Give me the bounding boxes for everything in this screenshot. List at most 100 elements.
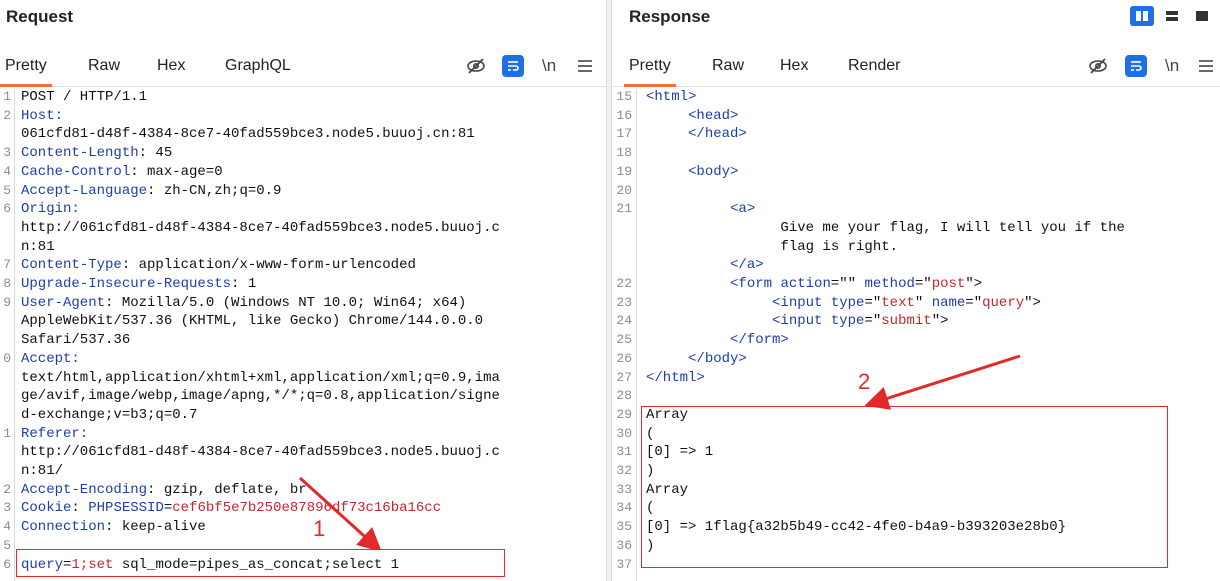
code-token: <a> — [730, 201, 756, 218]
code-token: n:81 — [21, 238, 55, 255]
eye-slash-icon[interactable] — [466, 55, 486, 77]
wrap-lines-icon[interactable] — [1125, 55, 1147, 77]
line-number: 24 — [616, 313, 632, 329]
code-token: Content-Length — [21, 145, 139, 162]
code-line: Content-Type: application/x-www-form-url… — [21, 256, 416, 275]
line-number: 2 — [3, 107, 11, 123]
code-line: <a> — [646, 200, 755, 219]
single-pane-icon[interactable] — [1190, 6, 1214, 26]
request-title: Request — [6, 7, 74, 26]
code-token: : zh-CN,zh;q=0.9 — [147, 182, 282, 199]
code-line: Accept-Encoding: gzip, deflate, br — [21, 481, 307, 500]
code-token: Origin: — [21, 201, 80, 218]
line-number — [0, 238, 11, 257]
tab-raw[interactable]: Raw — [83, 50, 125, 84]
code-token: </html> — [646, 369, 705, 386]
line-number: 23 — [616, 294, 632, 310]
line-number: 6 — [3, 556, 11, 572]
line-gutter — [636, 90, 637, 581]
code-line: http://061cfd81-d48f-4384-8ce7-40fad559b… — [21, 219, 500, 238]
highlight-box-request — [16, 549, 505, 577]
line-number: 7 — [3, 257, 11, 273]
tab-graphql[interactable]: GraphQL — [220, 50, 296, 84]
line-number: 21 — [616, 201, 632, 217]
line-number — [0, 443, 11, 462]
tab-pretty[interactable]: Pretty — [624, 50, 676, 87]
code-token: 061cfd81-d48f-4384-8ce7-40fad559bce3.nod… — [21, 126, 475, 143]
code-token: text — [881, 294, 915, 311]
code-token: <input — [772, 313, 831, 330]
code-token: http://061cfd81-d48f-4384-8ce7-40fad559b… — [21, 444, 500, 461]
response-pane: Response Pretty Raw Hex Render \n 15 <htm… — [612, 0, 1220, 581]
line-number: 4 — [3, 163, 11, 179]
code-line: text/html,application/xhtml+xml,applicat… — [21, 369, 500, 388]
horizontal-split-icon[interactable] — [1160, 6, 1184, 26]
code-token: : 1 — [231, 276, 257, 292]
code-line: </body> — [646, 350, 747, 369]
code-token: "> — [1024, 294, 1041, 311]
code-line: flag is right. — [646, 238, 898, 257]
line-number: 0 — [3, 350, 11, 366]
code-token: Cookie — [21, 500, 72, 517]
code-token: : max-age=0 — [130, 163, 223, 180]
code-line: Accept-Language: zh-CN,zh;q=0.9 — [21, 182, 281, 201]
code-token: =" — [965, 294, 983, 311]
code-token: method — [864, 276, 915, 292]
line-number: 1 — [3, 425, 11, 441]
annotation-arrow-2 — [864, 354, 1021, 410]
line-number: 9 — [3, 294, 11, 310]
line-number — [0, 312, 11, 331]
code-line: d-exchange;v=b3;q=0.7 — [21, 406, 197, 425]
code-token: ge/avif,image/webp,image/apng,*/*;q=0.8,… — [21, 388, 500, 405]
line-number — [0, 331, 11, 350]
line-number — [612, 256, 632, 275]
code-line: Upgrade-Insecure-Requests: 1 — [21, 275, 256, 294]
response-tab-bar: Pretty Raw Hex Render \n — [612, 50, 1220, 87]
line-number: 6 — [3, 201, 11, 217]
code-token: "> — [931, 313, 949, 330]
code-token: </a> — [730, 257, 764, 274]
code-token: Content-Type — [21, 257, 122, 274]
line-number: 32 — [616, 463, 632, 478]
code-token: Accept-Language — [21, 182, 148, 199]
line-number: 30 — [616, 425, 632, 441]
code-token: d-exchange;v=b3;q=0.7 — [21, 406, 198, 423]
code-line: Accept: — [21, 350, 80, 369]
tab-render[interactable]: Render — [843, 50, 905, 84]
line-number: 3 — [3, 145, 11, 161]
tab-raw[interactable]: Raw — [707, 50, 749, 84]
wrap-lines-icon[interactable] — [502, 55, 524, 77]
code-line: Content-Length: 45 — [21, 144, 172, 163]
annotation-arrow-1 — [298, 476, 382, 550]
tab-hex[interactable]: Hex — [775, 50, 813, 84]
side-by-side-icon[interactable] — [1130, 6, 1154, 26]
code-token: submit — [881, 313, 932, 330]
tab-hex[interactable]: Hex — [152, 50, 190, 84]
code-line: POST / HTTP/1.1 — [21, 88, 147, 107]
code-token: " — [914, 294, 932, 311]
hamburger-menu-icon[interactable] — [1198, 55, 1214, 77]
line-number: 20 — [616, 182, 632, 198]
line-number: 26 — [616, 350, 632, 366]
code-token: action — [780, 276, 831, 292]
layout-switcher — [1130, 6, 1214, 26]
newline-toggle[interactable]: \n — [542, 55, 556, 77]
hamburger-menu-icon[interactable] — [577, 55, 593, 77]
code-line: </a> — [646, 256, 764, 275]
code-token: : Mozilla/5.0 (Windows NT 10.0; Win64; x… — [105, 294, 467, 311]
line-number: 4 — [3, 519, 11, 535]
code-line: User-Agent: Mozilla/5.0 (Windows NT 10.0… — [21, 294, 466, 313]
code-line: n:81 — [21, 238, 55, 257]
code-token: query — [982, 294, 1025, 311]
line-number: 33 — [616, 481, 632, 497]
code-line: Origin: — [21, 200, 80, 219]
code-line: Cache-Control: max-age=0 — [21, 163, 223, 182]
eye-slash-icon[interactable] — [1088, 55, 1108, 77]
tab-pretty[interactable]: Pretty — [0, 50, 52, 87]
newline-toggle[interactable]: \n — [1165, 55, 1179, 77]
